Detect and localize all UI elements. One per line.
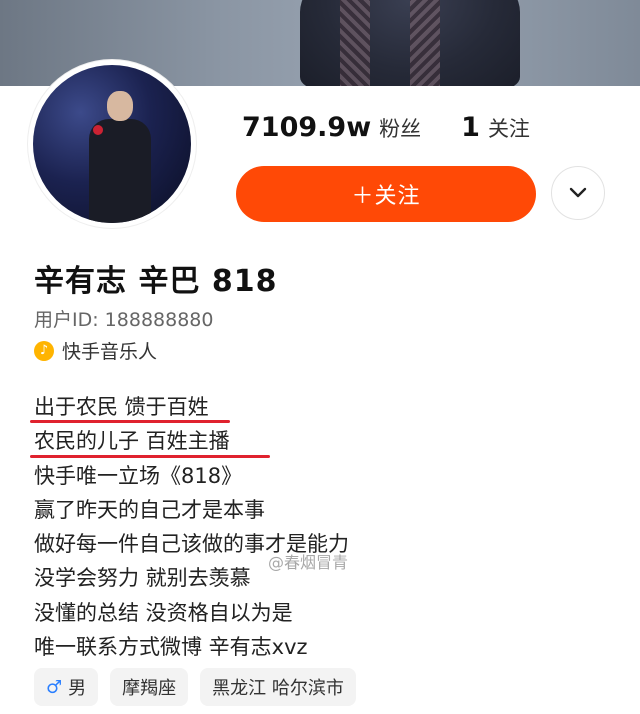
badge-label: 快手音乐人 xyxy=(62,341,158,363)
profile-tags: ♂ 男 摩羯座 黑龙江 哈尔滨市 xyxy=(34,668,368,706)
bio-line: 唯一联系方式微博 辛有志xvz xyxy=(34,635,308,660)
bio-line: 农民的儿子 百姓主播 xyxy=(34,429,230,454)
avatar[interactable] xyxy=(28,60,196,228)
avatar-person xyxy=(89,91,151,223)
profile-bio: 出于农民 馈于百姓 农民的儿子 百姓主播 快手唯一立场《818》 赢了昨天的自己… xyxy=(34,390,349,664)
red-underline xyxy=(30,455,270,458)
music-note-icon: ♪ xyxy=(34,340,54,361)
zodiac-chip[interactable]: 摩羯座 xyxy=(110,668,189,706)
male-icon: ♂ xyxy=(46,676,63,698)
watermark: @春烟冒青 xyxy=(268,553,349,572)
bio-line: 赢了昨天的自己才是本事 xyxy=(34,497,265,522)
more-options-button[interactable] xyxy=(551,166,605,220)
bio-line: 快手唯一立场《818》 xyxy=(34,463,243,488)
chevron-down-icon xyxy=(569,187,587,198)
followers-count[interactable]: 7109.9w xyxy=(242,112,371,143)
following-count[interactable]: 1 xyxy=(461,112,480,143)
red-underline xyxy=(30,420,230,423)
follow-button[interactable]: ＋关注 xyxy=(236,166,536,222)
profile-name: 辛有志 辛巴 818 xyxy=(34,264,278,299)
gender-chip[interactable]: ♂ 男 xyxy=(34,668,99,706)
location-chip[interactable]: 黑龙江 哈尔滨市 xyxy=(200,668,356,706)
followers-label[interactable]: 粉丝 xyxy=(379,113,421,143)
avatar-photo xyxy=(33,65,191,223)
gender-label: 男 xyxy=(68,678,87,699)
musician-badge[interactable]: ♪ 快手音乐人 xyxy=(34,337,157,364)
bio-line: 没懂的总结 没资格自以为是 xyxy=(34,600,293,625)
user-id[interactable]: 用户ID: 188888880 xyxy=(34,305,213,332)
profile-stats: 7109.9w 粉丝 1 关注 xyxy=(242,112,530,143)
following-label[interactable]: 关注 xyxy=(488,113,530,143)
banner-photo xyxy=(300,0,520,86)
